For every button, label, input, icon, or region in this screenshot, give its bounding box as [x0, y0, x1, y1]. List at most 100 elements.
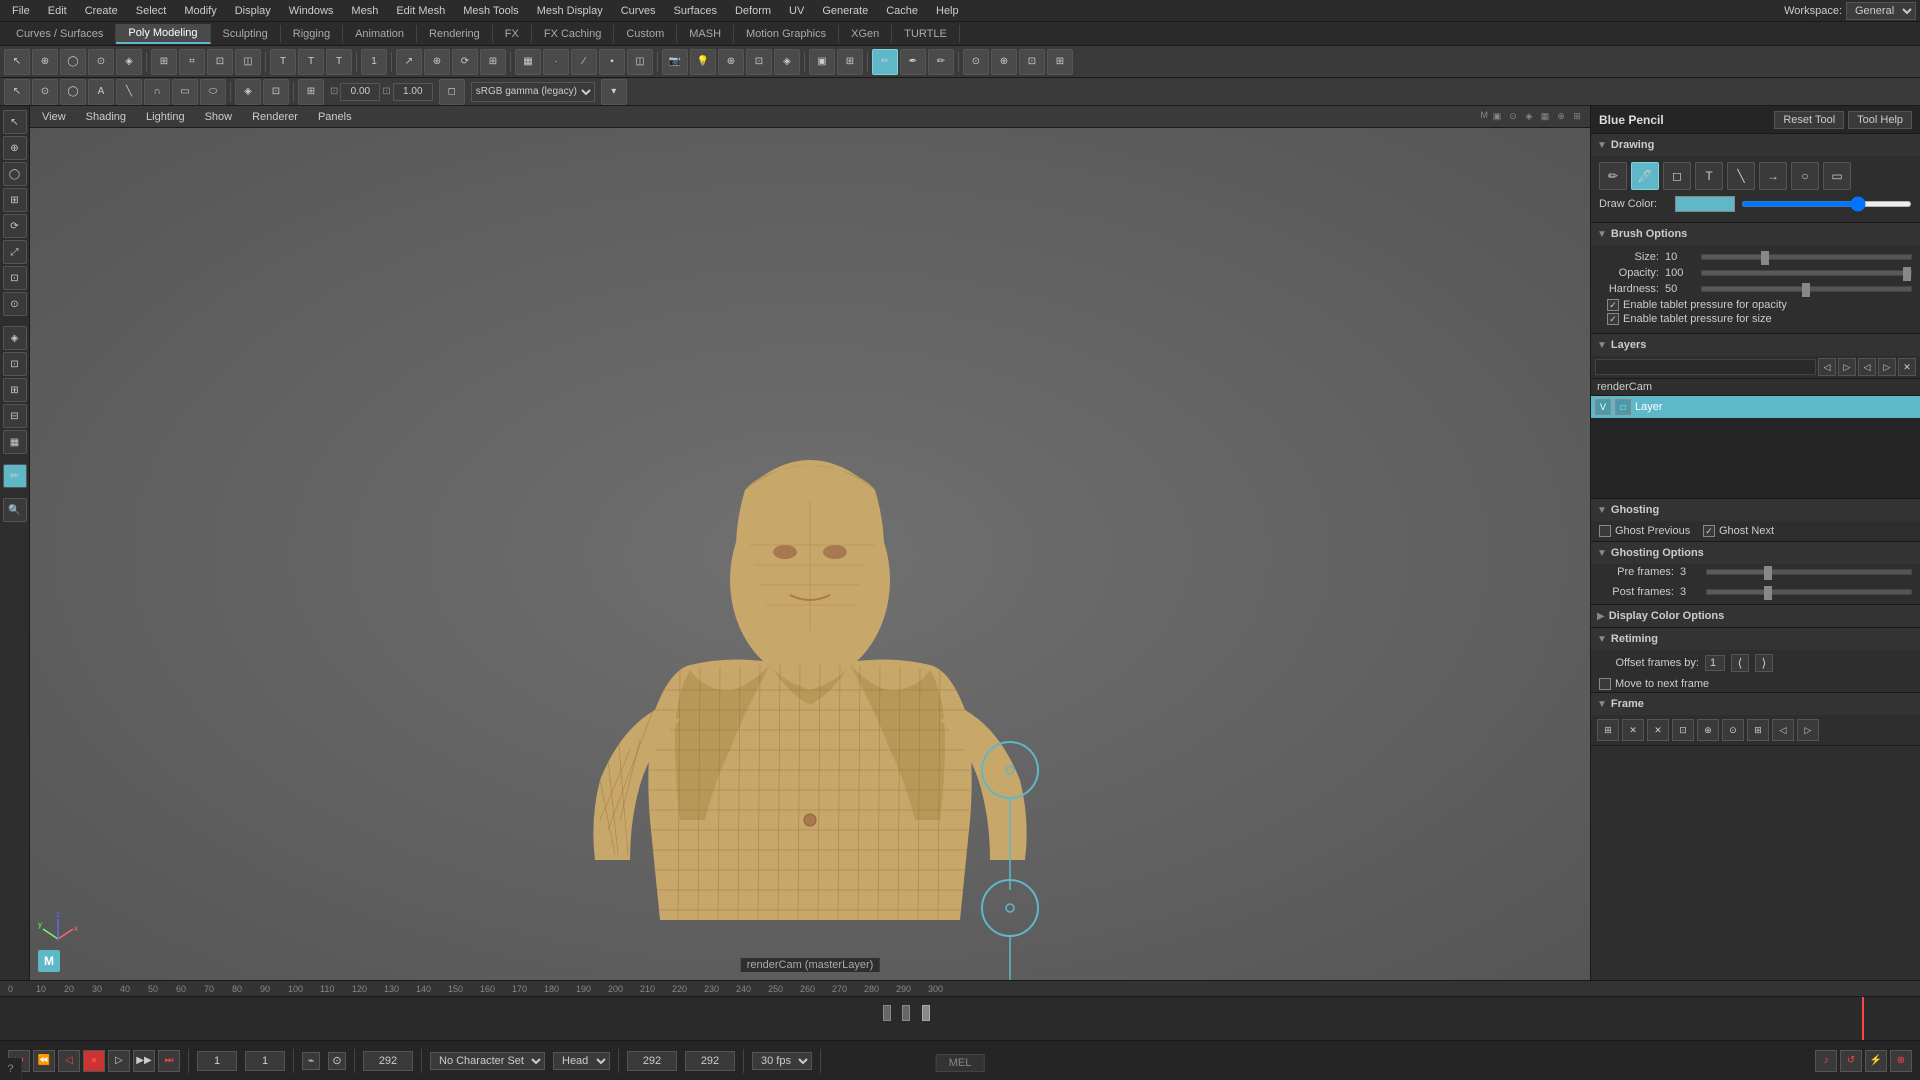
sync-btn[interactable]: ⊕ [1890, 1050, 1912, 1072]
vp-view-btn[interactable]: View [36, 110, 72, 124]
frame-btn9[interactable]: ▷ [1797, 719, 1819, 741]
toolbar-poly-edge[interactable]: ∕ [571, 49, 597, 75]
left-paint-sel[interactable]: ◯ [3, 162, 27, 186]
sub-select-tool[interactable]: ↖ [4, 79, 30, 105]
vp-icon5[interactable]: ▦ [1538, 110, 1552, 124]
tablet-size-cb[interactable] [1607, 313, 1619, 325]
pre-frames-slider[interactable] [1706, 569, 1912, 575]
sub-chevron[interactable]: ▾ [601, 79, 627, 105]
menu-item-create[interactable]: Create [77, 3, 126, 19]
toolbar-poly-sel[interactable]: ▦ [515, 49, 541, 75]
sub-brush2[interactable]: ◯ [60, 79, 86, 105]
toolbar-pencil2[interactable]: ✒ [900, 49, 926, 75]
audio-btn[interactable]: ♪ [1815, 1050, 1837, 1072]
timeline-marker3[interactable] [922, 1005, 930, 1021]
toolbar-t2[interactable]: T [298, 49, 324, 75]
toolbar-poly-vert[interactable]: · [543, 49, 569, 75]
frame-btn3[interactable]: ✕ [1647, 719, 1669, 741]
toolbar-paint[interactable]: ◯ [60, 49, 86, 75]
character-set-select[interactable]: No Character Set [430, 1052, 545, 1070]
menu-item-cache[interactable]: Cache [878, 3, 926, 19]
menu-item-mesh[interactable]: Mesh [343, 3, 386, 19]
post-frames-thumb[interactable] [1764, 586, 1772, 600]
vp-renderer-btn[interactable]: Renderer [246, 110, 304, 124]
retime-prev-btn[interactable]: ⟨ [1731, 654, 1749, 672]
menu-item-uv[interactable]: UV [781, 3, 812, 19]
hardness-slider-thumb[interactable] [1802, 283, 1810, 297]
toolbar-snap-grid[interactable]: ⊞ [151, 49, 177, 75]
menu-item-help[interactable]: Help [928, 3, 967, 19]
toolbar-snap-point[interactable]: ⊡ [207, 49, 233, 75]
tab-sculpting[interactable]: Sculpting [211, 25, 281, 43]
sub-cam-icon[interactable]: ◻ [439, 79, 465, 105]
toolbar-light[interactable]: 💡 [690, 49, 716, 75]
vp-show-btn[interactable]: Show [199, 110, 239, 124]
menu-item-modify[interactable]: Modify [176, 3, 224, 19]
menu-item-file[interactable]: File [4, 3, 38, 19]
sub-snap-input[interactable] [340, 83, 380, 101]
toolbar-snap-curve[interactable]: ⌗ [179, 49, 205, 75]
tab-poly-modeling[interactable]: Poly Modeling [116, 24, 210, 44]
toolbar-shape[interactable]: ◈ [116, 49, 142, 75]
menu-item-select[interactable]: Select [128, 3, 175, 19]
frame-header[interactable]: ▼ Frame [1591, 693, 1920, 715]
frame-btn5[interactable]: ⊕ [1697, 719, 1719, 741]
tab-animation[interactable]: Animation [343, 25, 417, 43]
hardness-slider-track[interactable] [1701, 286, 1912, 292]
draw-rect[interactable]: ▭ [1823, 162, 1851, 190]
layers-section-header[interactable]: ▼ Layers [1591, 334, 1920, 356]
skip-end-btn[interactable]: ⏭ [158, 1050, 180, 1072]
ghost-next-cb[interactable] [1703, 525, 1715, 537]
left-universal[interactable]: ⊙ [3, 292, 27, 316]
sub-grid[interactable]: ⊞ [298, 79, 324, 105]
vp-icon7[interactable]: ⊞ [1570, 110, 1584, 124]
speed-btn[interactable]: ⚡ [1865, 1050, 1887, 1072]
vp-icon3[interactable]: ⊙ [1506, 110, 1520, 124]
head-select[interactable]: Head [553, 1052, 610, 1070]
left-search[interactable]: 🔍 [3, 498, 27, 522]
record-btn[interactable]: ● [83, 1050, 105, 1072]
auto-key-btn[interactable]: ⌁ [302, 1052, 320, 1070]
size-slider-thumb[interactable] [1761, 251, 1769, 265]
draw-color-swatch[interactable] [1675, 196, 1735, 212]
toolbar-poly-face[interactable]: ▪ [599, 49, 625, 75]
left-select[interactable]: ↖ [3, 110, 27, 134]
play-all-btn[interactable]: ▶▶ [133, 1050, 155, 1072]
toolbar-ik[interactable]: ⊡ [746, 49, 772, 75]
frame-btn8[interactable]: ◁ [1772, 719, 1794, 741]
tab-fx[interactable]: FX [493, 25, 532, 43]
display-color-header[interactable]: ▶ Display Color Options [1591, 605, 1920, 627]
sub-ellipse[interactable]: ⬭ [200, 79, 226, 105]
move-next-cb[interactable] [1599, 678, 1611, 690]
loop-btn[interactable]: ↺ [1840, 1050, 1862, 1072]
layer-v-btn[interactable]: V [1595, 399, 1611, 415]
toolbar-deform[interactable]: ◈ [774, 49, 800, 75]
toolbar-lasso[interactable]: ⊕ [32, 49, 58, 75]
sub-erase[interactable]: ◈ [235, 79, 261, 105]
toolbar-snap-all[interactable]: ⊞ [1047, 49, 1073, 75]
start-frame-input[interactable] [197, 1051, 237, 1071]
menu-item-mesh-display[interactable]: Mesh Display [529, 3, 611, 19]
vp-lighting-btn[interactable]: Lighting [140, 110, 191, 124]
toolbar-script3[interactable]: ⊡ [1019, 49, 1045, 75]
left-blue-pencil[interactable]: ✏ [3, 464, 27, 488]
brush-options-header[interactable]: ▼ Brush Options [1591, 223, 1920, 245]
post-frames-slider[interactable] [1706, 589, 1912, 595]
left-grid[interactable]: ▦ [3, 430, 27, 454]
draw-pencil[interactable]: ✏ [1599, 162, 1627, 190]
opacity-slider-track[interactable] [1701, 270, 1912, 276]
ghosting-options-header[interactable]: ▼ Ghosting Options [1591, 542, 1920, 564]
frame-btn1[interactable]: ⊞ [1597, 719, 1619, 741]
timeline-marker1[interactable] [883, 1005, 891, 1021]
gamma-select[interactable]: sRGB gamma (legacy) [471, 82, 595, 102]
retime-next-btn[interactable]: ⟩ [1755, 654, 1773, 672]
tab-rendering[interactable]: Rendering [417, 25, 493, 43]
toolbar-rotate[interactable]: ⟳ [452, 49, 478, 75]
toolbar-t3[interactable]: T [326, 49, 352, 75]
draw-arrow[interactable]: → [1759, 162, 1787, 190]
vp-icon1[interactable]: M [1481, 110, 1489, 124]
left-move[interactable]: ⊞ [3, 188, 27, 212]
drawing-section-header[interactable]: ▼ Drawing [1591, 134, 1920, 156]
toolbar-move[interactable]: ⊕ [424, 49, 450, 75]
tab-fx-caching[interactable]: FX Caching [532, 25, 614, 43]
